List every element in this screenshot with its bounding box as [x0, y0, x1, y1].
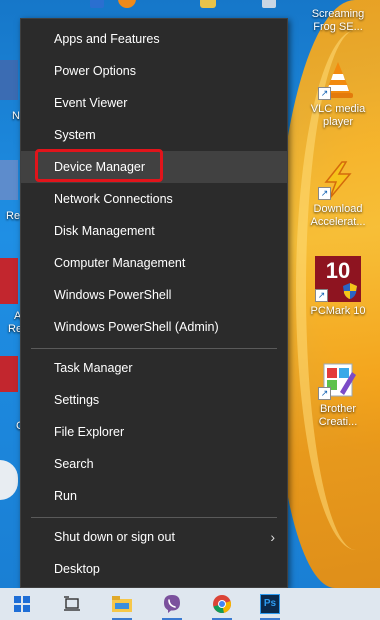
menu-item-file-explorer[interactable]: File Explorer	[21, 416, 287, 448]
photoshop-icon[interactable]: Ps	[254, 588, 286, 620]
desktop-icon-label: Brother Creati...	[318, 403, 358, 428]
shield-icon	[341, 282, 359, 300]
left-edge-icon[interactable]	[0, 258, 18, 304]
left-edge-label: Re	[6, 210, 21, 222]
menu-item-system[interactable]: System	[21, 119, 287, 151]
taskbar: Ps	[0, 588, 380, 620]
pcmark-badge: 10	[325, 258, 351, 283]
menu-item-label: Shut down or sign out	[54, 530, 175, 544]
desktop-icon-download-accelerator[interactable]: ↗ Download Accelerat...	[305, 160, 371, 229]
vlc-icon: ↗	[318, 60, 358, 100]
partial-top-icon[interactable]	[118, 0, 136, 8]
partial-top-icon[interactable]	[262, 0, 276, 8]
desktop-icon-label: PCMark 10	[310, 305, 366, 317]
shortcut-arrow-icon: ↗	[318, 87, 331, 100]
photoshop-label: Ps	[260, 594, 280, 614]
file-explorer-icon[interactable]	[106, 588, 138, 620]
windows-start-icon[interactable]	[6, 588, 38, 620]
desktop-icon-label: Screaming Frog SE...	[311, 8, 365, 33]
desktop-icon-pcmark[interactable]: 10 ↗ PCMark 10	[305, 256, 371, 318]
menu-item-network-connections[interactable]: Network Connections	[21, 183, 287, 215]
desktop-icon-label: VLC media player	[310, 103, 366, 128]
left-edge-icon[interactable]	[0, 460, 18, 500]
partial-top-icon[interactable]	[200, 0, 216, 8]
desktop-icon-screaming-frog[interactable]: Screaming Frog SE...	[305, 0, 371, 34]
shortcut-arrow-icon: ↗	[318, 187, 331, 200]
download-accelerator-icon: ↗	[318, 160, 358, 200]
menu-item-shut-down-or-sign-out[interactable]: Shut down or sign out ›	[21, 521, 287, 553]
partial-top-icon[interactable]	[90, 0, 104, 8]
left-edge-label: N	[12, 110, 20, 122]
chevron-right-icon: ›	[270, 529, 275, 545]
task-view-icon[interactable]	[56, 588, 88, 620]
viber-icon[interactable]	[156, 588, 188, 620]
menu-separator	[31, 348, 277, 349]
chrome-icon[interactable]	[206, 588, 238, 620]
desktop-icon-vlc[interactable]: ↗ VLC media player	[305, 60, 371, 129]
menu-separator	[31, 517, 277, 518]
shortcut-arrow-icon: ↗	[315, 289, 328, 302]
menu-item-windows-powershell-admin[interactable]: Windows PowerShell (Admin)	[21, 311, 287, 343]
menu-item-apps-and-features[interactable]: Apps and Features	[21, 23, 287, 55]
desktop-icon-label: Download Accelerat...	[310, 203, 366, 228]
left-edge-icon[interactable]	[0, 356, 18, 392]
menu-item-run[interactable]: Run	[21, 480, 287, 512]
winx-context-menu: Apps and Features Power Options Event Vi…	[20, 18, 288, 588]
shortcut-arrow-icon: ↗	[318, 387, 331, 400]
annotation-highlight-box	[35, 149, 163, 182]
menu-item-settings[interactable]: Settings	[21, 384, 287, 416]
brother-creative-icon: ↗	[318, 360, 358, 400]
menu-item-disk-management[interactable]: Disk Management	[21, 215, 287, 247]
menu-item-desktop[interactable]: Desktop	[21, 553, 287, 585]
desktop-icon-brother-creative[interactable]: ↗ Brother Creati...	[305, 360, 371, 429]
left-edge-icon[interactable]	[0, 160, 18, 200]
left-edge-icon[interactable]	[0, 60, 18, 100]
menu-item-task-manager[interactable]: Task Manager	[21, 352, 287, 384]
menu-item-computer-management[interactable]: Computer Management	[21, 247, 287, 279]
menu-item-power-options[interactable]: Power Options	[21, 55, 287, 87]
pcmark-icon: 10 ↗	[315, 256, 361, 302]
menu-item-event-viewer[interactable]: Event Viewer	[21, 87, 287, 119]
menu-item-windows-powershell[interactable]: Windows PowerShell	[21, 279, 287, 311]
menu-item-search[interactable]: Search	[21, 448, 287, 480]
